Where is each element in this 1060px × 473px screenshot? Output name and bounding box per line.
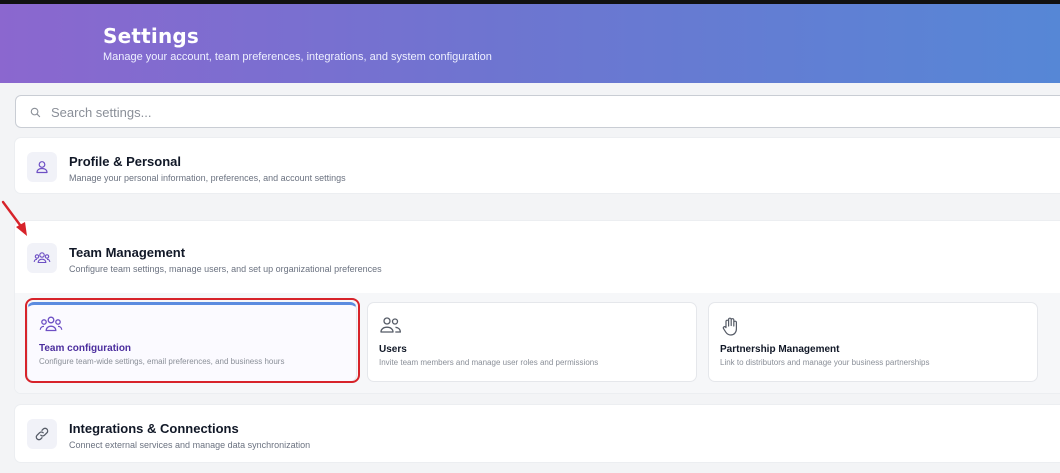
card-description: Link to distributors and manage your bus… [720,358,930,367]
section-team-management: Team Management Configure team settings,… [15,221,1060,393]
users-icon [380,317,401,333]
search-box[interactable] [15,95,1060,129]
section-profile[interactable]: Profile & Personal Manage your personal … [15,138,1060,193]
page-header: Settings Manage your account, team prefe… [0,4,1060,83]
card-title: Partnership Management [720,344,840,355]
card-title: Team configuration [39,343,132,354]
section-description: Manage your personal information, prefer… [69,173,346,183]
team-icon [27,243,57,273]
card-description: Configure team-wide settings, email pref… [39,357,285,366]
search-input[interactable] [49,96,953,129]
card-description: Invite team members and manage user role… [379,358,599,367]
users-card[interactable]: Users Invite team members and manage use… [367,302,697,382]
page-title: Settings [103,24,200,48]
partnership-management-card[interactable]: Partnership Management Link to distribut… [708,302,1038,382]
user-icon [27,152,57,182]
section-description: Connect external services and manage dat… [69,440,311,450]
section-title: Team Management [69,245,186,260]
hand-icon [722,317,737,336]
card-title: Users [379,344,407,355]
search-icon [30,107,41,118]
page-subtitle: Manage your account, team preferences, i… [103,51,492,63]
team-icon [39,316,63,332]
annotation-arrow-icon [1,200,27,236]
link-icon [27,419,57,449]
section-title: Profile & Personal [69,154,181,169]
team-subsections: Team configuration Configure team-wide s… [15,293,1060,393]
team-configuration-card[interactable]: Team configuration Configure team-wide s… [27,302,357,382]
section-team-header[interactable]: Team Management Configure team settings,… [15,229,1060,285]
section-title: Integrations & Connections [69,421,239,436]
section-description: Configure team settings, manage users, a… [69,264,382,274]
section-integrations[interactable]: Integrations & Connections Connect exter… [15,405,1060,462]
